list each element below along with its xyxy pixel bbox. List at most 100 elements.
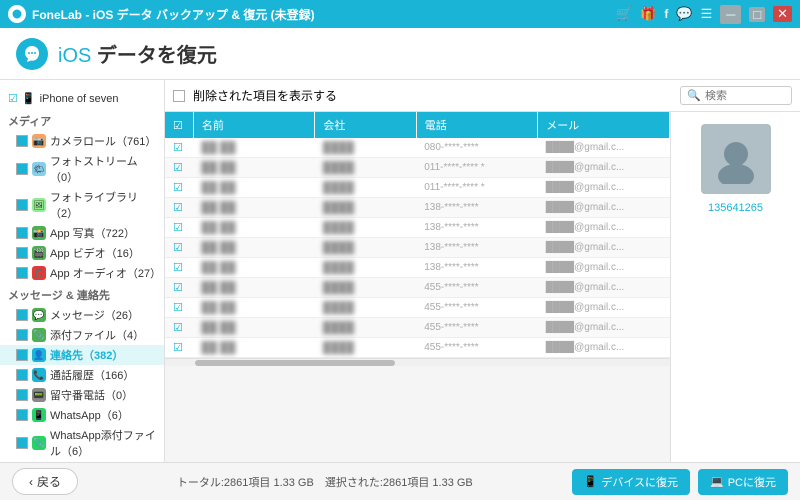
photolibrary-icon: 🖼 bbox=[32, 198, 46, 212]
row-name: ██ ██ bbox=[193, 258, 315, 278]
camera-icon: 📷 bbox=[32, 134, 46, 148]
row-company: ████ bbox=[315, 338, 416, 358]
sidebar-item-photolibrary-label: フォトライブラリ（2） bbox=[50, 189, 156, 221]
cb-contacts bbox=[16, 349, 28, 361]
table-row[interactable]: ☑ ██ ██ ████ 138-****-**** ████@gmail.c.… bbox=[165, 218, 670, 238]
minimize-btn[interactable]: － bbox=[720, 5, 741, 24]
sidebar-item-appaudio[interactable]: 🎵 App オーディオ（27） bbox=[0, 263, 164, 283]
table-row[interactable]: ☑ ██ ██ ████ 455-****-**** ████@gmail.c.… bbox=[165, 338, 670, 358]
row-company: ████ bbox=[315, 158, 416, 178]
avatar bbox=[701, 124, 771, 194]
table-row[interactable]: ☑ ██ ██ ████ 455-****-**** ████@gmail.c.… bbox=[165, 298, 670, 318]
appphoto-icon: 📸 bbox=[32, 226, 46, 240]
back-button[interactable]: ‹ 戻る bbox=[12, 468, 78, 495]
messages-icon: 💬 bbox=[32, 308, 46, 322]
row-email: ████@gmail.c... bbox=[538, 238, 670, 258]
row-cb[interactable]: ☑ bbox=[165, 278, 193, 298]
th-name[interactable]: 名前 bbox=[193, 112, 315, 138]
row-company: ████ bbox=[315, 218, 416, 238]
sidebar-item-photolibrary[interactable]: 🖼 フォトライブラリ（2） bbox=[0, 187, 164, 223]
maximize-btn[interactable]: □ bbox=[749, 7, 765, 22]
search-box: 🔍 bbox=[680, 86, 792, 105]
sidebar-item-voicemail[interactable]: 📟 留守番電話（0） bbox=[0, 385, 164, 405]
show-deleted-label[interactable]: 削除された項目を表示する bbox=[193, 87, 337, 104]
restore-pc-label: PCに復元 bbox=[728, 474, 776, 490]
chat-icon[interactable]: 💬 bbox=[676, 6, 692, 22]
sidebar-item-appvideo-label: App ビデオ（16） bbox=[50, 245, 140, 261]
row-name: ██ ██ bbox=[193, 338, 315, 358]
table-row[interactable]: ☑ ██ ██ ████ 011-****-**** * ████@gmail.… bbox=[165, 158, 670, 178]
sidebar-item-contacts[interactable]: 👤 連絡先（382） bbox=[0, 345, 164, 365]
sidebar-item-appphoto[interactable]: 📸 App 写真（722） bbox=[0, 223, 164, 243]
gift-icon[interactable]: 🎁 bbox=[640, 6, 656, 22]
row-cb[interactable]: ☑ bbox=[165, 238, 193, 258]
header: iOS データを復元 bbox=[0, 28, 800, 80]
table-row[interactable]: ☑ ██ ██ ████ 138-****-**** ████@gmail.c.… bbox=[165, 238, 670, 258]
voicemail-icon: 📟 bbox=[32, 388, 46, 402]
section-messages-label: メッセージ & 連絡先 bbox=[0, 283, 164, 305]
device-name: iPhone of seven bbox=[40, 93, 119, 105]
row-cb[interactable]: ☑ bbox=[165, 318, 193, 338]
sidebar-item-whatsapp[interactable]: 📱 WhatsApp（6） bbox=[0, 405, 164, 425]
row-phone: 455-****-**** bbox=[416, 318, 538, 338]
sidebar-item-whatsapp-attach[interactable]: 📎 WhatsApp添付ファイル（6） bbox=[0, 425, 164, 461]
app-title: FoneLab - iOS データ バックアップ & 復元 (未登録) bbox=[32, 6, 616, 23]
restore-pc-button[interactable]: 💻 PCに復元 bbox=[698, 469, 788, 495]
row-email: ████@gmail.c... bbox=[538, 158, 670, 178]
table-row[interactable]: ☑ ██ ██ ████ 080-****-**** ████@gmail.c.… bbox=[165, 138, 670, 158]
table-scroll[interactable]: ☑ 名前 会社 電話 メール ☑ ██ ██ ████ 080-****-***… bbox=[165, 112, 670, 462]
section-media-label: メディア bbox=[0, 109, 164, 131]
restore-device-button[interactable]: 📱 デバイスに復元 bbox=[572, 469, 690, 495]
sidebar-item-photostream[interactable]: 🌤 フォトストリーム（0） bbox=[0, 151, 164, 187]
row-phone: 011-****-**** * bbox=[416, 178, 538, 198]
device-checkbox[interactable]: ☑ bbox=[8, 92, 18, 105]
sidebar-item-attachments[interactable]: 📎 添付ファイル（4） bbox=[0, 325, 164, 345]
row-cb[interactable]: ☑ bbox=[165, 258, 193, 278]
th-email[interactable]: メール bbox=[538, 112, 670, 138]
row-cb[interactable]: ☑ bbox=[165, 178, 193, 198]
device-icon: 📱 bbox=[22, 92, 36, 105]
row-cb[interactable]: ☑ bbox=[165, 158, 193, 178]
horizontal-scrollbar[interactable] bbox=[165, 358, 670, 366]
facebook-icon[interactable]: f bbox=[664, 7, 668, 21]
sidebar-item-appphoto-label: App 写真（722） bbox=[50, 225, 135, 241]
cb-whatsapp-attach bbox=[16, 437, 28, 449]
row-company: ████ bbox=[315, 178, 416, 198]
row-cb[interactable]: ☑ bbox=[165, 338, 193, 358]
sidebar-item-messages[interactable]: 💬 メッセージ（26） bbox=[0, 305, 164, 325]
cart-icon[interactable]: 🛒 bbox=[616, 6, 632, 22]
row-email: ████@gmail.c... bbox=[538, 318, 670, 338]
section-notes-label: メモ & その他 bbox=[0, 461, 164, 462]
sidebar-item-appvideo[interactable]: 🎬 App ビデオ（16） bbox=[0, 243, 164, 263]
device-row[interactable]: ☑ 📱 iPhone of seven bbox=[0, 88, 164, 109]
close-btn[interactable]: ✕ bbox=[773, 6, 792, 22]
table-container: ☑ 名前 会社 電話 メール ☑ ██ ██ ████ 080-****-***… bbox=[165, 112, 800, 462]
search-input[interactable] bbox=[705, 90, 785, 102]
table-row[interactable]: ☑ ██ ██ ████ 455-****-**** ████@gmail.c.… bbox=[165, 318, 670, 338]
th-company[interactable]: 会社 bbox=[315, 112, 416, 138]
sidebar: ☑ 📱 iPhone of seven メディア 📷 カメラロール（761） 🌤… bbox=[0, 80, 165, 462]
show-deleted-checkbox[interactable] bbox=[173, 90, 185, 102]
sidebar-item-camera[interactable]: 📷 カメラロール（761） bbox=[0, 131, 164, 151]
table-row[interactable]: ☑ ██ ██ ████ 455-****-**** ████@gmail.c.… bbox=[165, 278, 670, 298]
row-email: ████@gmail.c... bbox=[538, 258, 670, 278]
row-phone: 455-****-**** bbox=[416, 278, 538, 298]
row-name: ██ ██ bbox=[193, 238, 315, 258]
row-cb[interactable]: ☑ bbox=[165, 198, 193, 218]
main-container: ☑ 📱 iPhone of seven メディア 📷 カメラロール（761） 🌤… bbox=[0, 80, 800, 462]
hscroll-thumb[interactable] bbox=[195, 360, 395, 366]
row-cb[interactable]: ☑ bbox=[165, 138, 193, 158]
th-phone[interactable]: 電話 bbox=[416, 112, 538, 138]
row-name: ██ ██ bbox=[193, 158, 315, 178]
cb-attachments bbox=[16, 329, 28, 341]
table-row[interactable]: ☑ ██ ██ ████ 011-****-**** * ████@gmail.… bbox=[165, 178, 670, 198]
menu-icon[interactable]: ☰ bbox=[701, 6, 713, 22]
row-cb[interactable]: ☑ bbox=[165, 298, 193, 318]
app-logo bbox=[16, 38, 48, 70]
row-cb[interactable]: ☑ bbox=[165, 218, 193, 238]
sidebar-item-callhistory[interactable]: 📞 通話履歴（166） bbox=[0, 365, 164, 385]
row-name: ██ ██ bbox=[193, 278, 315, 298]
table-row[interactable]: ☑ ██ ██ ████ 138-****-**** ████@gmail.c.… bbox=[165, 258, 670, 278]
row-phone: 138-****-**** bbox=[416, 258, 538, 278]
table-row[interactable]: ☑ ██ ██ ████ 138-****-**** ████@gmail.c.… bbox=[165, 198, 670, 218]
